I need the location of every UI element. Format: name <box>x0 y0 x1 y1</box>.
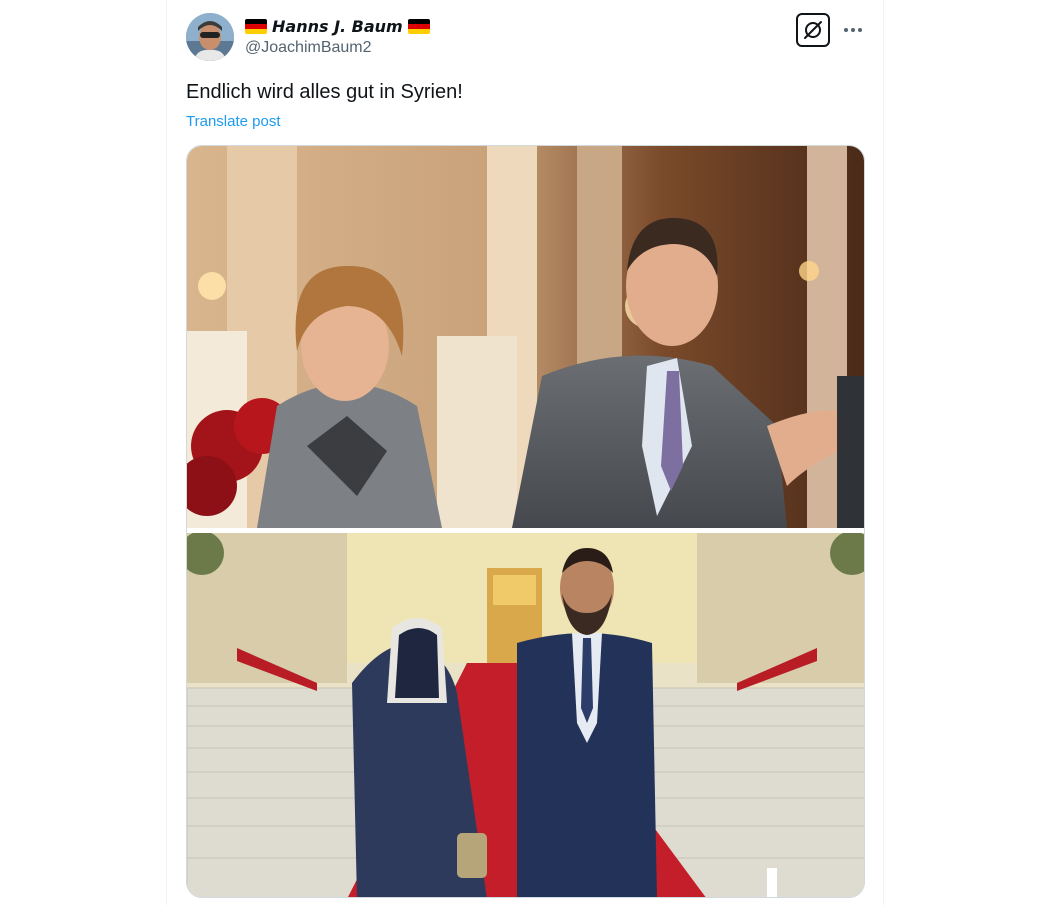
german-flag-icon <box>245 18 267 34</box>
grok-button[interactable] <box>796 13 830 47</box>
avatar[interactable] <box>186 13 234 61</box>
more-options-button[interactable] <box>839 18 867 42</box>
page: Hanns J. Baum @JoachimBaum2 Endlich wird… <box>0 0 1050 905</box>
photo-couple-formal-room[interactable] <box>187 146 864 528</box>
post-card: Hanns J. Baum @JoachimBaum2 Endlich wird… <box>166 0 884 905</box>
translate-post-link[interactable]: Translate post <box>186 113 281 130</box>
grok-icon <box>804 21 822 39</box>
author-name-row[interactable]: Hanns J. Baum <box>245 14 430 38</box>
german-flag-icon <box>407 18 430 34</box>
more-horizontal-icon <box>844 28 862 32</box>
post-text: Endlich wird alles gut in Syrien! <box>186 81 463 103</box>
author-handle[interactable]: @JoachimBaum2 <box>245 39 372 57</box>
author-name[interactable]: Hanns J. Baum <box>272 17 403 36</box>
post-media[interactable] <box>186 145 865 898</box>
photo-couple-red-carpet-stairs[interactable] <box>187 533 864 897</box>
avatar-image <box>186 13 234 61</box>
